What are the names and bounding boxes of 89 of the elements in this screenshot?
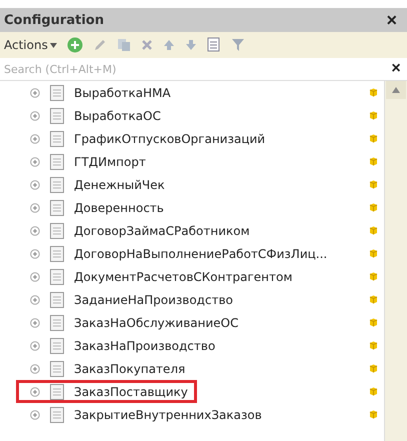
- document-icon: [50, 384, 64, 400]
- tree-item[interactable]: ЗаказПокупателя: [27, 357, 194, 380]
- item-label: ДенежныйЧек: [74, 178, 165, 192]
- highlighted-tree-item[interactable]: ЗаказПоставщику: [16, 380, 197, 403]
- document-icon: [50, 406, 64, 422]
- expand-icon[interactable]: [30, 110, 40, 120]
- tree-item[interactable]: ВыработкаОС: [27, 104, 170, 127]
- item-label: ВыработкаОС: [74, 108, 161, 122]
- expand-icon[interactable]: [30, 318, 40, 328]
- tree-item[interactable]: ЗакрытиеВнутреннихЗаказов: [27, 403, 271, 426]
- item-label: ДоговорНаВыполнениеРаботСФизЛиц...: [74, 246, 328, 260]
- cube-icon: [369, 203, 378, 212]
- expand-icon[interactable]: [30, 226, 40, 236]
- item-label: ЗакрытиеВнутреннихЗаказов: [74, 408, 262, 422]
- item-label: ЗаказПоставщику: [74, 384, 188, 398]
- caret-icon[interactable]: [50, 42, 57, 48]
- item-label: ДоговорЗаймаСРаботником: [74, 224, 250, 238]
- up-arrow-icon: [392, 87, 400, 93]
- tree-item[interactable]: ЗаказНаОбслуживаниеОС: [27, 311, 248, 334]
- document-icon: [50, 360, 64, 376]
- item-label: ЗаказПокупателя: [74, 362, 186, 376]
- add-icon[interactable]: [66, 37, 83, 53]
- cube-icon: [369, 410, 378, 419]
- expand-icon[interactable]: [30, 294, 40, 304]
- document-icon: [50, 314, 64, 330]
- delete-icon[interactable]: [140, 39, 153, 51]
- expand-icon[interactable]: [30, 272, 40, 282]
- cube-icon: [369, 341, 378, 350]
- item-label: ДокументРасчетовСКонтрагентом: [74, 270, 292, 284]
- cube-icon: [369, 249, 378, 258]
- document-icon: [50, 130, 64, 146]
- cube-icon: [369, 157, 378, 166]
- list-icon[interactable]: [206, 37, 221, 53]
- item-label: ГТДИмпорт: [74, 154, 146, 168]
- cube-icon: [369, 272, 378, 281]
- clear-search-button[interactable]: ×: [385, 60, 407, 78]
- expand-icon[interactable]: [30, 88, 40, 98]
- document-icon: [50, 108, 64, 124]
- tree-item[interactable]: ДенежныйЧек: [27, 173, 174, 196]
- tree-item[interactable]: ДокументРасчетовСКонтрагентом: [27, 265, 302, 288]
- cube-icon: [369, 364, 378, 373]
- expand-icon[interactable]: [30, 340, 40, 350]
- expand-icon[interactable]: [30, 364, 40, 374]
- expand-icon[interactable]: [30, 386, 40, 396]
- tree-item[interactable]: ЗаказНаПроизводство: [27, 334, 224, 357]
- cube-icon: [369, 88, 378, 97]
- scrollbar[interactable]: [384, 81, 407, 441]
- document-icon: [50, 176, 64, 192]
- move-up-icon[interactable]: [162, 39, 175, 51]
- actions-menu[interactable]: Actions: [4, 38, 48, 52]
- document-icon: [50, 200, 64, 216]
- expand-icon[interactable]: [30, 156, 40, 166]
- scroll-up-button[interactable]: [386, 81, 406, 99]
- document-icon: [50, 222, 64, 238]
- item-label: Доверенность: [74, 200, 164, 214]
- tree-item[interactable]: ЗаданиеНаПроизводство: [27, 288, 242, 311]
- move-down-icon[interactable]: [184, 39, 197, 51]
- item-label: ЗаказНаПроизводство: [74, 338, 216, 352]
- expand-icon[interactable]: [30, 134, 40, 144]
- tree-item[interactable]: Доверенность: [27, 196, 173, 219]
- expand-icon[interactable]: [30, 248, 40, 258]
- document-icon: [50, 246, 64, 262]
- expand-icon[interactable]: [30, 180, 40, 190]
- close-button[interactable]: ×: [384, 11, 399, 29]
- tree-item[interactable]: ВыработкаНМА: [27, 81, 180, 104]
- item-label: ВыработкаНМА: [74, 86, 171, 100]
- document-icon: [50, 338, 64, 354]
- item-label: ЗаданиеНаПроизводство: [74, 292, 233, 306]
- cube-icon: [369, 180, 378, 189]
- tree-item[interactable]: ДоговорЗаймаСРаботником: [27, 219, 259, 242]
- expand-icon[interactable]: [30, 410, 40, 420]
- cube-icon: [369, 226, 378, 235]
- cube-icon: [369, 134, 378, 143]
- filter-icon[interactable]: [230, 37, 247, 53]
- cube-icon: [369, 111, 378, 120]
- expand-icon[interactable]: [30, 202, 40, 212]
- cube-icon: [369, 318, 378, 327]
- tree-item[interactable]: ДоговорНаВыполнениеРаботСФизЛиц...: [27, 242, 336, 265]
- window-title: Configuration: [4, 12, 104, 28]
- document-icon: [50, 268, 64, 284]
- document-icon: [50, 84, 64, 100]
- item-label: ГрафикОтпусковОрганизаций: [74, 132, 266, 146]
- tree-item[interactable]: ГТДИмпорт: [27, 150, 155, 173]
- cube-icon: [369, 387, 378, 396]
- document-icon: [50, 292, 64, 308]
- item-label: ЗаказНаОбслуживаниеОС: [74, 316, 239, 330]
- tree-item[interactable]: ГрафикОтпусковОрганизаций: [27, 127, 274, 150]
- document-icon: [50, 154, 64, 170]
- cube-icon: [369, 295, 378, 304]
